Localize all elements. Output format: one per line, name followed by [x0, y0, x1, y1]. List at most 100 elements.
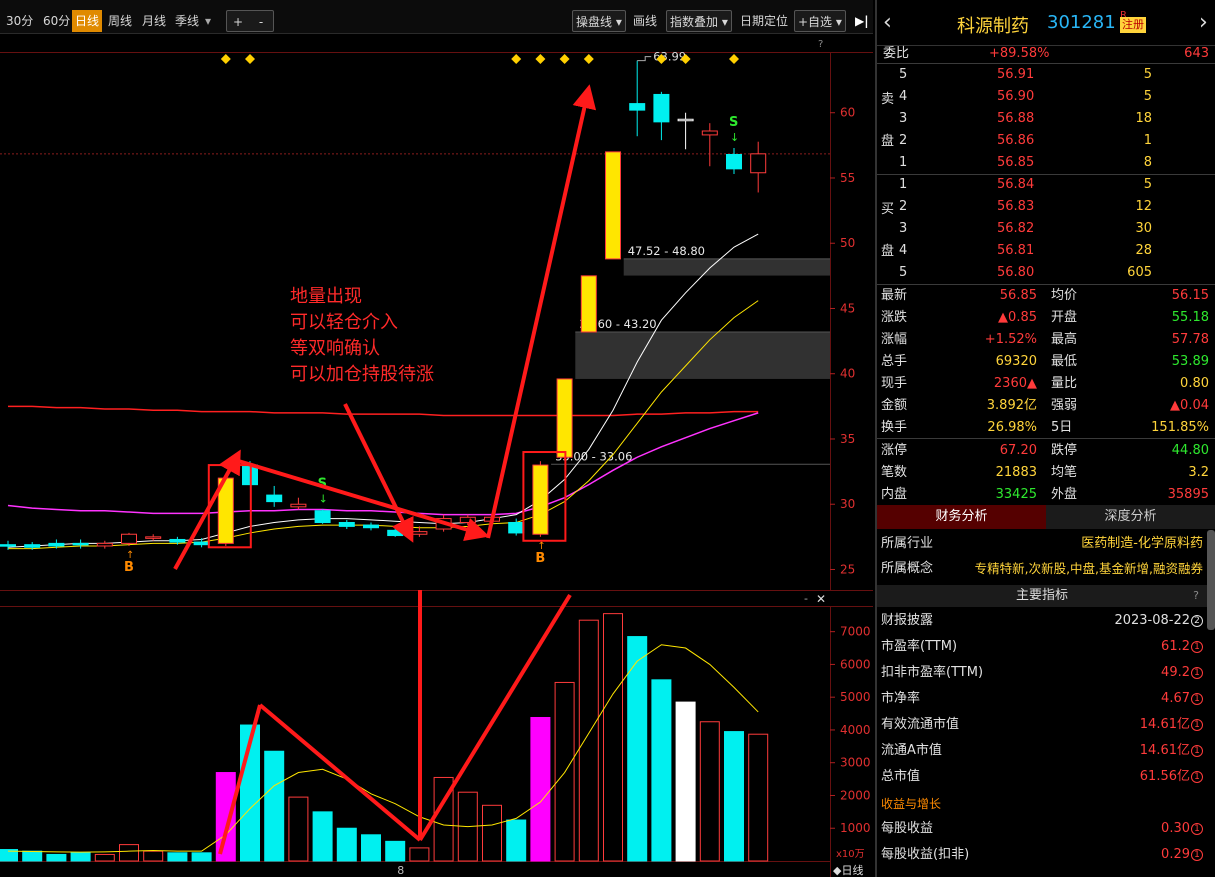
price-chart[interactable]: ?47.52 - 48.8039.60 - 43.2033.00 - 33.06…: [0, 34, 873, 590]
sell-price: 56.85: [997, 155, 1035, 170]
operate-line-button[interactable]: 操盘线 ▾: [572, 10, 626, 32]
buy-level-row[interactable]: 4 56.81 28: [877, 240, 1215, 262]
panel-scrollbar[interactable]: [1207, 530, 1215, 630]
indicator-row: 每股收益(扣非) 0.29 1: [877, 844, 1215, 866]
stat-row: 内盘 33425 外盘 35895: [877, 484, 1215, 506]
indicator-value: 2023-08-22 2: [1114, 610, 1203, 632]
candle: [96, 542, 113, 547]
period-day[interactable]: 日线: [72, 10, 103, 32]
buy-volume: 30: [1135, 221, 1152, 236]
volume-min-icon: -: [804, 592, 808, 605]
help-icon[interactable]: ?: [1193, 585, 1199, 607]
tab-depth[interactable]: 深度分析: [1046, 505, 1215, 529]
weicha-value: 643: [1184, 46, 1209, 61]
annotation-text: 地量出现 可以轻仓介入 等双响确认 可以加仓持股待涨: [290, 284, 434, 388]
main-indicators-title: 主要指标: [1015, 588, 1068, 603]
indicator-label: 每股收益(扣非): [881, 847, 970, 862]
rank-badge: 1: [1191, 745, 1203, 757]
price-tick-label: 45: [840, 301, 855, 315]
index-overlay-label: 指数叠加: [670, 15, 719, 29]
volume-bar: [94, 853, 115, 862]
buy-side-label: 盘: [881, 244, 895, 259]
buy-level-row[interactable]: 2 56.83 12: [877, 196, 1215, 218]
period-month[interactable]: 月线: [139, 10, 169, 32]
add-watchlist-button[interactable]: +自选 ▾: [794, 10, 846, 32]
volume-bar: [336, 827, 357, 862]
stat-row: 涨停 67.20 跌停 44.80: [877, 440, 1215, 462]
stat-label: 强弱: [1051, 398, 1078, 413]
volume-bar: [312, 811, 333, 862]
indicator-value: 61.56亿 1: [1140, 766, 1203, 788]
sell-level-row[interactable]: 3 56.88 18: [877, 108, 1215, 130]
rank-badge: 1: [1191, 849, 1203, 861]
period-60min[interactable]: 60分: [40, 10, 73, 32]
industry-label: 所属行业: [881, 536, 934, 551]
sell-level-row[interactable]: 5 56.91 5: [877, 64, 1215, 86]
buy-level-row[interactable]: 5 56.80 605: [877, 262, 1215, 284]
sell-level-row[interactable]: 2 56.86 1: [877, 130, 1215, 152]
volume-tick-label: 2000: [840, 788, 871, 802]
period-quarter[interactable]: 季线: [172, 10, 202, 32]
level-number: 3: [899, 221, 908, 236]
volume-chart[interactable]: - ✕ 1000 2000 3000 4000 5000 6000 7000 x10万 8 ◆日线: [0, 590, 873, 877]
buy-volume: 5: [1143, 177, 1152, 192]
level-number: 3: [899, 111, 908, 126]
sell-level-row[interactable]: 1 56.85 8: [877, 152, 1215, 174]
stat-divider: [877, 438, 1215, 439]
x-tick-label: 8: [397, 864, 404, 877]
collapse-panel-button[interactable]: ▶|: [852, 10, 872, 32]
period-tag: ◆日线: [833, 863, 863, 877]
buy-arrow: ↑: [537, 541, 545, 552]
indicator-value: 14.61亿 1: [1140, 740, 1203, 762]
rank-badge: 1: [1191, 641, 1203, 653]
volume-tick-label: 7000: [840, 625, 871, 639]
rank-badge: 1: [1191, 771, 1203, 783]
stat-label: 跌停: [1051, 443, 1078, 458]
sell-level-row[interactable]: 4 56.90 5: [877, 86, 1215, 108]
tab-finance[interactable]: 财务分析: [877, 505, 1046, 529]
registration-badge: 注册: [1120, 17, 1146, 33]
buy-price: 56.84: [997, 177, 1035, 192]
analysis-tabs: 财务分析 深度分析: [877, 505, 1215, 529]
candle: [193, 541, 210, 546]
concept-value[interactable]: 专精特新,次新股,中盘,基金新增,融资融券: [975, 558, 1203, 580]
level-number: 5: [899, 67, 908, 82]
indicator-value: 61.2 1: [1161, 636, 1203, 658]
candle: [48, 542, 65, 547]
period-30min[interactable]: 30分: [3, 10, 36, 32]
stat-row: 金额 3.892亿 强弱 ▲0.04: [877, 395, 1215, 417]
level-number: 5: [899, 265, 908, 280]
prev-stock-arrow-icon[interactable]: ‹: [883, 10, 892, 35]
stat-label: 5日: [1051, 420, 1073, 435]
zoom-out-button[interactable]: -: [259, 15, 263, 29]
stat-value: 151.85%: [1151, 420, 1209, 435]
buy-level-row[interactable]: 3 56.82 30: [877, 218, 1215, 240]
stat-label: 总手: [881, 354, 908, 369]
zoom-in-button[interactable]: +: [233, 15, 243, 29]
volume-bar: [143, 850, 164, 862]
period-dropdown-icon[interactable]: ▾: [202, 10, 214, 32]
period-week[interactable]: 周线: [105, 10, 135, 32]
price-tick-label: 60: [840, 106, 855, 120]
candle: [72, 542, 89, 546]
next-stock-arrow-icon[interactable]: ›: [1199, 10, 1208, 35]
main-indicators-header: 主要指标 ?: [877, 585, 1207, 607]
sell-volume: 5: [1143, 89, 1152, 104]
sell-volume: 1: [1143, 133, 1152, 148]
stat-value: ▲0.04: [1170, 398, 1209, 413]
candle: [314, 510, 331, 523]
stat-label: 内盘: [881, 487, 908, 502]
stat-label: 涨幅: [881, 332, 908, 347]
indicator-row: 有效流通市值 14.61亿 1: [877, 714, 1215, 736]
draw-line-button[interactable]: 画线: [630, 10, 660, 32]
zoom-group: + -: [226, 10, 274, 32]
date-locate-button[interactable]: 日期定位: [737, 10, 791, 32]
volume-bar: [215, 772, 236, 862]
industry-value[interactable]: 医药制造-化学原料药: [1081, 533, 1203, 555]
indicator-row: 市净率 4.67 1: [877, 688, 1215, 710]
annotation-line-3: 等双响确认: [290, 338, 380, 359]
level-number: 1: [899, 155, 908, 170]
candle: [726, 153, 742, 170]
buy-level-row[interactable]: 1 56.84 5: [877, 174, 1215, 196]
index-overlay-button[interactable]: 指数叠加 ▾: [666, 10, 732, 32]
